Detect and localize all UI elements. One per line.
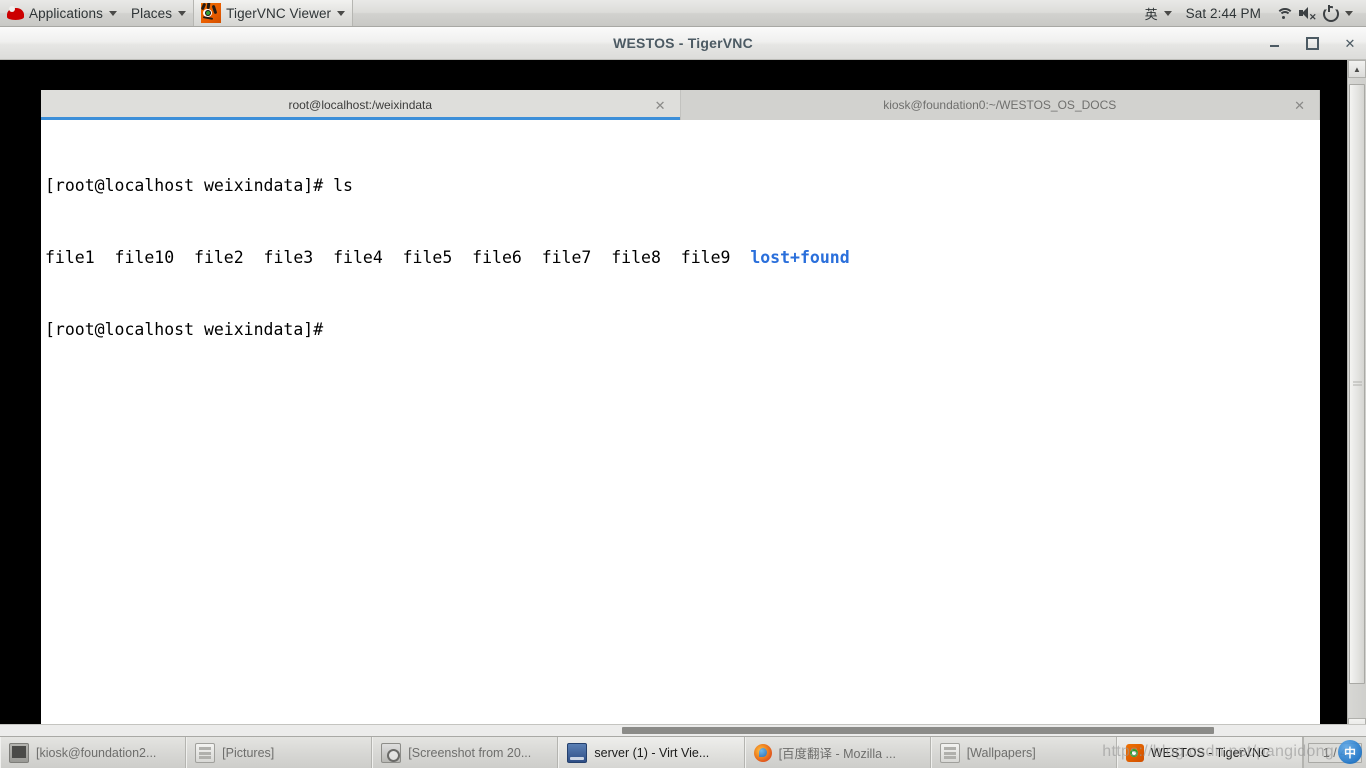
terminal-icon [9,742,29,763]
terminal-prompt: [root@localhost weixindata]# [45,176,334,195]
taskbar-item-screenshot[interactable]: [Screenshot from 20... [372,737,559,768]
folder-icon [195,742,216,763]
chevron-down-icon [109,10,117,16]
vnc-remote-viewport[interactable]: root@localhost:/weixindata ✕ kiosk@found… [0,60,1366,736]
system-status-area[interactable]: ✕ [1268,0,1360,26]
workspace-indicator-label: 1 / 4 [1307,742,1363,763]
folder-icon [939,742,960,763]
gnome-top-panel: Applications Places TigerVNC Viewer 英 Sa… [0,0,1366,27]
input-method-indicator[interactable]: 英 [1138,0,1179,26]
chevron-down-icon [337,10,346,16]
vnc-window-title: WESTOS - TigerVNC [613,35,753,51]
terminal-command: ls [333,176,353,195]
terminal-tab-root-weixindata[interactable]: root@localhost:/weixindata ✕ [41,90,681,120]
places-menu[interactable]: Places [124,0,193,26]
tigervnc-icon [201,3,222,23]
vnc-vertical-scrollbar[interactable]: ▲ ▼ [1347,60,1366,736]
maximize-button[interactable] [1304,35,1320,51]
terminal-output-area[interactable]: [root@localhost weixindata]# ls file1 fi… [41,120,1320,736]
window-list-taskbar: [kiosk@foundation2... [Pictures] [Screen… [0,736,1366,768]
taskbar-item-wallpapers[interactable]: [Wallpapers] [930,737,1117,768]
virt-viewer-icon [567,742,588,763]
input-method-label: 英 [1144,6,1158,22]
scroll-up-icon[interactable]: ▲ [1348,60,1366,78]
screen: Applications Places TigerVNC Viewer 英 Sa… [0,0,1366,768]
active-window-menu[interactable]: TigerVNC Viewer [193,0,354,26]
taskbar-item-firefox[interactable]: [百度翻译 - Mozilla ... [744,737,931,768]
terminal-tab-kiosk-westos-os-docs[interactable]: kiosk@foundation0:~/WESTOS_OS_DOCS ✕ [680,90,1320,120]
applications-menu-label: Applications [29,5,103,21]
taskbar-item-label: WESTOS - TigerVNC [1150,745,1271,760]
taskbar-item-kiosk-terminal[interactable]: [kiosk@foundation2... [0,737,187,768]
vnc-titlebar[interactable]: WESTOS - TigerVNC ✕ [0,27,1366,60]
terminal-directory-entry: lost+found [750,248,850,267]
gnome-terminal-window: root@localhost:/weixindata ✕ kiosk@found… [41,90,1320,736]
workspace-switcher[interactable]: 1 / 4 [1302,737,1366,768]
tigervnc-icon [1125,743,1144,762]
power-icon [1321,4,1339,22]
close-icon[interactable]: ✕ [655,99,666,112]
applications-menu[interactable]: Applications [0,0,124,26]
firefox-icon [753,743,772,762]
terminal-tab-bar: root@localhost:/weixindata ✕ kiosk@found… [41,90,1320,120]
clock[interactable]: Sat 2:44 PM [1179,0,1268,26]
window-controls: ✕ [1266,27,1358,59]
top-panel-left-group: Applications Places TigerVNC Viewer [0,0,354,26]
taskbar-item-label: [Wallpapers] [966,745,1036,760]
active-window-label: TigerVNC Viewer [226,5,332,21]
scrollbar-grip-icon [1353,380,1362,388]
terminal-line: [root@localhost weixindata]# [45,318,1320,342]
clock-label: Sat 2:44 PM [1185,5,1261,21]
terminal-tab-label: root@localhost:/weixindata [288,98,433,112]
terminal-line: [root@localhost weixindata]# ls [45,174,1320,198]
terminal-line: file1 file10 file2 file3 file4 file5 fil… [45,246,1320,270]
terminal-tab-label: kiosk@foundation0:~/WESTOS_OS_DOCS [883,98,1117,112]
chevron-down-icon [1345,10,1353,16]
wifi-icon [1275,4,1294,22]
taskbar-item-tigervnc[interactable]: WESTOS - TigerVNC [1116,737,1303,768]
redhat-logo-icon [7,5,24,22]
terminal-prompt: [root@localhost weixindata]# [45,320,334,339]
taskbar-item-virt-viewer[interactable]: server (1) - Virt Vie... [558,737,745,768]
top-panel-status-group: 英 Sat 2:44 PM ✕ [1138,0,1366,26]
taskbar-item-pictures[interactable]: [Pictures] [186,737,373,768]
horizontal-scrollbar-thumb[interactable] [622,727,1214,734]
taskbar-item-label: [百度翻译 - Mozilla ... [778,747,896,761]
taskbar-item-label: [kiosk@foundation2... [36,745,157,760]
volume-muted-icon: ✕ [1298,4,1317,22]
vnc-horizontal-scrollbar[interactable] [0,724,1366,736]
close-button[interactable]: ✕ [1342,35,1358,51]
terminal-file-list: file1 file10 file2 file3 file4 file5 fil… [45,248,751,267]
vertical-scrollbar-thumb[interactable] [1349,84,1365,684]
taskbar-item-label: server (1) - Virt Vie... [594,745,710,760]
places-menu-label: Places [131,5,173,21]
tigervnc-window: WESTOS - TigerVNC ✕ root@localhost:/weix… [0,27,1366,736]
minimize-button[interactable] [1266,35,1282,51]
chevron-down-icon [1163,10,1172,16]
image-viewer-icon [381,742,402,763]
chevron-down-icon [178,10,187,16]
taskbar-item-label: [Pictures] [222,745,275,760]
taskbar-item-label: [Screenshot from 20... [408,745,532,760]
close-icon[interactable]: ✕ [1294,99,1305,112]
